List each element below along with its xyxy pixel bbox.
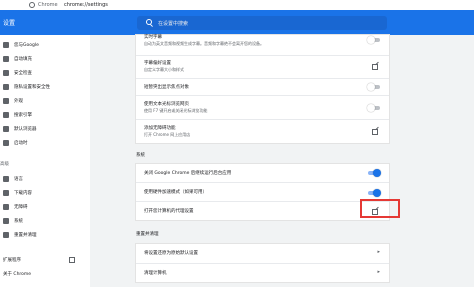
focus-highlight-toggle[interactable]: [367, 83, 380, 91]
sidebar-item-languages[interactable]: 语言: [0, 173, 90, 185]
row-hardware-acceleration[interactable]: 使用硬件加速模式（如果可用）: [136, 182, 389, 201]
row-title: 清理计算机: [144, 271, 167, 276]
open-in-new-icon[interactable]: [372, 129, 378, 135]
download-icon: [3, 190, 9, 196]
row-caption-preferences[interactable]: 字幕偏好设置 自定义字幕大小和样式: [136, 55, 389, 78]
lock-icon: [3, 84, 9, 90]
sidebar-item-label: 搜索引擎: [14, 113, 32, 118]
sidebar-item-on-startup[interactable]: 启动时: [0, 137, 90, 149]
sidebar-item-autofill[interactable]: 自动填充: [0, 53, 90, 65]
hardware-acceleration-toggle[interactable]: [368, 189, 381, 197]
live-caption-toggle[interactable]: [367, 36, 380, 44]
row-title: 关闭 Google Chrome 后继续运行后台应用: [144, 171, 232, 176]
sidebar-item-label: 外观: [14, 99, 23, 104]
row-title: 字幕偏好设置: [144, 61, 171, 66]
sidebar-item-label: 隐私设置和安全性: [14, 85, 50, 90]
sidebar-item-label: 自动填充: [14, 57, 32, 62]
system-heading: 系统: [136, 153, 145, 158]
chrome-icon: [29, 2, 35, 8]
sidebar-item-extensions[interactable]: 扩展程序: [0, 254, 90, 266]
sidebar-item-appearance[interactable]: 外观: [0, 95, 90, 107]
sidebar-item-reset[interactable]: 重置并清理: [0, 229, 90, 241]
reset-card: 将设置还原为原始默认设置 ▸ 清理计算机 ▸: [136, 244, 389, 282]
row-title: 打开您计算机的代理设置: [144, 209, 194, 214]
search-input[interactable]: 在设置中搜索: [137, 16, 387, 30]
sidebar-item-safety-check[interactable]: 安全检查: [0, 67, 90, 79]
row-subtitle: 使用 F7 键开启或关闭光标浏览功能: [144, 108, 208, 113]
shield-icon: [3, 70, 9, 76]
autofill-icon: [3, 56, 9, 62]
search-placeholder: 在设置中搜索: [158, 21, 189, 27]
settings-main: 实时字幕 自动为英文音频和视频生成字幕。音频和字幕绝不会离开您的设备。 字幕偏好…: [90, 35, 474, 287]
search-icon: [3, 112, 9, 118]
row-restore-defaults[interactable]: 将设置还原为原始默认设置 ▸: [136, 244, 389, 263]
system-card: 关闭 Google Chrome 后继续运行后台应用 使用硬件加速模式（如果可用…: [136, 164, 389, 220]
address-url[interactable]: chrome://settings: [64, 2, 108, 8]
sidebar-item-search-engine[interactable]: 搜索引擎: [0, 109, 90, 121]
chevron-right-icon: ▸: [377, 249, 380, 255]
page-title: 设置: [3, 20, 16, 27]
open-in-new-icon: [69, 257, 75, 263]
accessibility-icon: [3, 204, 9, 210]
search-icon: [146, 19, 152, 25]
row-title: 使用硬件加速模式（如果可用）: [144, 190, 207, 195]
row-subtitle: 自动为英文音频和视频生成字幕。音频和字幕绝不会离开您的设备。: [144, 41, 264, 46]
background-apps-toggle[interactable]: [368, 169, 381, 177]
row-subtitle: 自定义字幕大小和样式: [144, 67, 184, 72]
row-clean-up-computer[interactable]: 清理计算机 ▸: [136, 263, 389, 282]
wrench-icon: [3, 218, 9, 224]
sidebar-item-default-browser[interactable]: 默认浏览器: [0, 123, 90, 135]
browser-icon: [3, 126, 9, 132]
highlight-box: [360, 199, 400, 218]
row-title: 添加无障碍功能: [144, 126, 176, 131]
caret-browsing-toggle[interactable]: [367, 104, 380, 112]
sidebar-item-label: 无障碍: [14, 205, 28, 210]
row-add-accessibility[interactable]: 添加无障碍功能 打开 Chrome 网上应用店: [136, 119, 389, 143]
row-focus-highlight[interactable]: 短暂突出显示焦点对象: [136, 78, 389, 95]
palette-icon: [3, 98, 9, 104]
sidebar-item-you-and-google[interactable]: 您与Google: [0, 39, 90, 51]
sidebar-item-label: 系统: [14, 219, 23, 224]
sidebar: 您与Google 自动填充 安全检查 隐私设置和安全性 外观 搜索引擎 默认浏览…: [0, 35, 90, 287]
row-proxy-settings[interactable]: 打开您计算机的代理设置: [136, 201, 389, 220]
row-title: 短暂突出显示焦点对象: [144, 85, 189, 90]
address-app-name: Chrome: [38, 2, 58, 8]
sidebar-item-label: 启动时: [14, 141, 28, 146]
row-live-caption[interactable]: 实时字幕 自动为英文音频和视频生成字幕。音频和字幕绝不会离开您的设备。: [136, 35, 389, 55]
sidebar-item-about[interactable]: 关于 Chrome: [0, 268, 90, 280]
row-caret-browsing[interactable]: 使用文本光标浏览网页 使用 F7 键开启或关闭光标浏览功能: [136, 95, 389, 119]
reset-icon: [3, 232, 9, 238]
sidebar-item-downloads[interactable]: 下载内容: [0, 187, 90, 199]
row-title: 实时字幕: [144, 35, 162, 40]
reset-heading: 重置并清理: [136, 232, 159, 237]
sidebar-item-system[interactable]: 系统: [0, 215, 90, 227]
accessibility-card: 实时字幕 自动为英文音频和视频生成字幕。音频和字幕绝不会离开您的设备。 字幕偏好…: [136, 35, 389, 143]
sidebar-item-label: 您与Google: [14, 43, 39, 48]
sidebar-item-accessibility[interactable]: 无障碍: [0, 201, 90, 213]
sidebar-item-label: 安全检查: [14, 71, 32, 76]
person-icon: [3, 42, 9, 48]
row-title: 将设置还原为原始默认设置: [144, 251, 198, 256]
open-in-new-icon[interactable]: [372, 64, 378, 70]
sidebar-item-label: 下载内容: [14, 191, 32, 196]
sidebar-item-label: 语言: [14, 177, 23, 182]
sidebar-item-privacy[interactable]: 隐私设置和安全性: [0, 81, 90, 93]
chevron-right-icon: ▸: [377, 269, 380, 275]
globe-icon: [3, 176, 9, 182]
sidebar-section-advanced[interactable]: 高级: [0, 161, 9, 167]
power-icon: [3, 140, 9, 146]
row-subtitle: 打开 Chrome 网上应用店: [144, 132, 191, 137]
sidebar-item-label: 默认浏览器: [14, 127, 37, 132]
sidebar-item-label: 扩展程序: [3, 258, 21, 263]
row-background-apps[interactable]: 关闭 Google Chrome 后继续运行后台应用: [136, 164, 389, 182]
sidebar-item-label: 关于 Chrome: [3, 272, 32, 277]
sidebar-item-label: 重置并清理: [14, 233, 37, 238]
row-title: 使用文本光标浏览网页: [144, 102, 189, 107]
